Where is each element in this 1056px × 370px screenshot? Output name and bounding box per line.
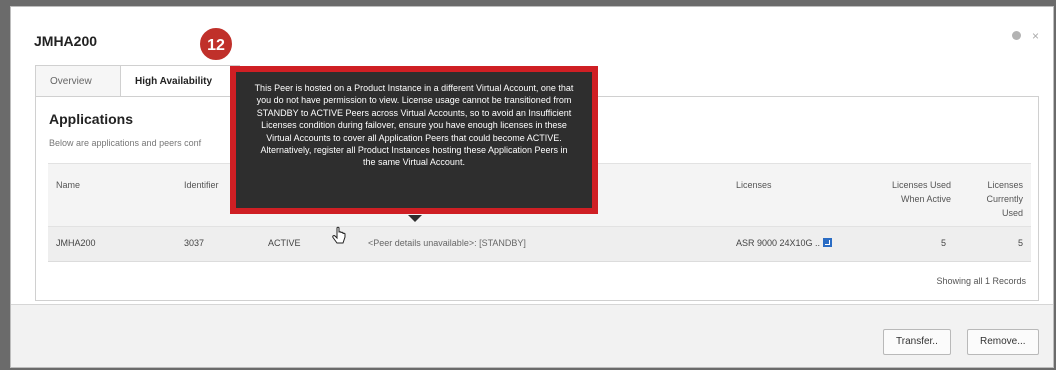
applications-heading: Applications — [49, 111, 134, 127]
records-count: Showing all 1 Records — [936, 276, 1026, 286]
tooltip-pointer — [408, 215, 422, 222]
table-row[interactable]: JMHA200 3037 ACTIVE <Peer details unavai… — [48, 227, 1031, 262]
applications-subtitle: Below are applications and peers conf — [49, 138, 202, 148]
column-currently-used[interactable]: Licenses Currently Used — [986, 178, 1023, 220]
help-icon[interactable] — [1011, 31, 1021, 40]
tab-high-availability[interactable]: High Availability — [120, 65, 240, 98]
row-licenses: ASR 9000 24X10G .. — [736, 238, 833, 248]
remove-button[interactable]: Remove... — [967, 329, 1039, 355]
row-peer[interactable]: <Peer details unavailable>: [STANDBY] — [368, 238, 526, 248]
step-badge: 12 — [198, 26, 234, 62]
dialog-header-icons: × — [1004, 29, 1039, 43]
row-status: ACTIVE — [268, 238, 301, 248]
row-name: JMHA200 — [56, 238, 96, 248]
license-details-icon[interactable] — [823, 238, 833, 247]
column-licenses[interactable]: Licenses — [736, 178, 772, 192]
column-used-when-active[interactable]: Licenses Used When Active — [892, 178, 951, 206]
close-icon[interactable]: × — [1032, 29, 1039, 43]
hand-cursor-icon — [332, 226, 346, 244]
tab-overview[interactable]: Overview — [35, 65, 121, 97]
tooltip-text: This Peer is hosted on a Product Instanc… — [236, 72, 592, 208]
column-name[interactable]: Name — [56, 178, 80, 192]
row-used-when-active: 5 — [940, 238, 946, 248]
transfer-button[interactable]: Transfer.. — [883, 329, 951, 355]
dialog-title: JMHA200 — [34, 33, 98, 49]
column-identifier[interactable]: Identifier — [184, 178, 219, 192]
row-identifier: 3037 — [184, 238, 205, 248]
peer-info-tooltip: This Peer is hosted on a Product Instanc… — [230, 66, 598, 222]
row-licenses-label: ASR 9000 24X10G .. — [736, 238, 821, 248]
row-currently-used: 5 — [1017, 238, 1023, 248]
